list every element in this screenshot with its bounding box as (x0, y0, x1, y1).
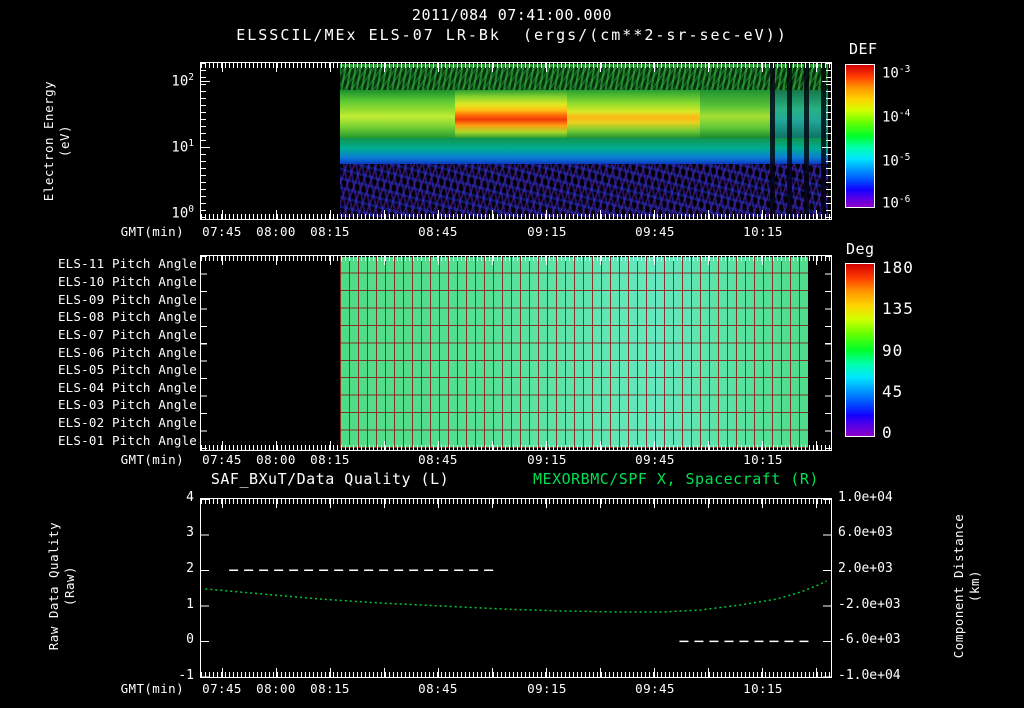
panel2-colorbar-tick: 0 (882, 423, 893, 442)
panel2-x-axis-label: GMT(min) (120, 452, 184, 467)
xtick: 10:15 (743, 681, 783, 696)
panel3-line-plot (200, 498, 832, 678)
xtick: 08:45 (418, 681, 458, 696)
pitch-angle-data (340, 257, 808, 448)
axis-ticks (201, 147, 210, 148)
panel3-ytick-right: 2.0e+03 (838, 561, 893, 576)
xtick: 09:45 (635, 452, 675, 467)
xtick: 08:45 (418, 224, 458, 239)
panel2-row-labels: ELS-11 Pitch Angle ELS-10 Pitch Angle EL… (52, 255, 197, 449)
xtick: 08:00 (256, 681, 296, 696)
row-label: ELS-02 Pitch Angle (57, 415, 197, 431)
xtick: 08:15 (310, 224, 350, 239)
axis-ticks (201, 81, 210, 82)
axis-ticks (822, 147, 831, 148)
spectrogram-band-late (700, 90, 770, 138)
panel3-ytick-right: 6.0e+03 (838, 525, 893, 540)
xtick: 08:00 (256, 224, 296, 239)
panel3-ytick-left: 1 (186, 597, 194, 612)
panel3-ytick-right: -1.0e+04 (838, 668, 901, 683)
axis-ticks (201, 63, 831, 72)
row-label: ELS-05 Pitch Angle (57, 362, 197, 378)
panel1-colorbar (845, 64, 875, 208)
axis-ticks (201, 441, 831, 450)
panel3-ytick-left: 3 (186, 525, 194, 540)
spectrogram-cyan-blue-transition (340, 138, 828, 164)
panel1-ytick-100ev: 102 (171, 72, 194, 90)
row-label: ELS-01 Pitch Angle (57, 432, 197, 448)
panel3-ytick-right: -6.0e+03 (838, 632, 901, 647)
spectrogram-band-early (340, 90, 455, 138)
xtick: 09:45 (635, 224, 675, 239)
xtick: 08:15 (310, 681, 350, 696)
xtick: 07:45 (202, 452, 242, 467)
panel1-ytick-1ev: 100 (171, 204, 194, 222)
row-label: ELS-04 Pitch Angle (57, 379, 197, 395)
axis-ticks (201, 499, 209, 677)
panel3-right-y-axis-label: Component Distance (km) (951, 513, 982, 659)
axis-ticks (826, 63, 831, 219)
axis-ticks (201, 499, 831, 508)
panel1-colorbar-tick: 10-5 (882, 152, 911, 170)
spectrogram-data-gaps-overlay (770, 64, 828, 217)
xtick: 09:45 (635, 681, 675, 696)
xtick: 08:45 (418, 452, 458, 467)
panel2-colorbar (845, 263, 875, 437)
axis-ticks (822, 81, 831, 82)
spectrogram-band-mid (567, 90, 700, 138)
panel1-spectrogram-plot (200, 62, 832, 220)
axis-ticks (823, 499, 831, 677)
axis-ticks (201, 668, 831, 677)
xtick: 08:15 (310, 452, 350, 467)
panel2-colorbar-title: Deg (846, 240, 875, 258)
panel2-colorbar-tick: 45 (882, 382, 904, 401)
axis-ticks (825, 256, 831, 450)
panel1-colorbar-tick: 10-6 (882, 194, 911, 212)
row-label: ELS-11 Pitch Angle (57, 256, 197, 272)
panel2-colorbar-tick: 180 (882, 258, 914, 277)
panel3-x-axis-label: GMT(min) (120, 681, 184, 696)
panel2-colorbar-tick: 135 (882, 299, 914, 318)
xtick: 10:15 (743, 452, 783, 467)
panel3-ytick-left: 2 (186, 561, 194, 576)
panel3-title-right: MEXORBMC/SPF X, Spacecraft (R) (533, 470, 819, 488)
panel1-title: ELSSCIL/MEx ELS-07 LR-Bk (ergs/(cm**2-sr… (236, 26, 788, 44)
row-label: ELS-10 Pitch Angle (57, 273, 197, 289)
xtick: 09:15 (527, 224, 567, 239)
xtick: 07:45 (202, 681, 242, 696)
xtick: 07:45 (202, 224, 242, 239)
panel1-ytick-10ev: 101 (171, 138, 194, 156)
page-title: 2011/084 07:41:00.000 (411, 6, 613, 24)
panel3-ytick-right: 1.0e+04 (838, 490, 893, 505)
spectrogram-band-hotspot (455, 90, 567, 138)
axis-ticks (201, 210, 831, 219)
axis-ticks (201, 256, 207, 450)
axis-ticks (201, 63, 206, 219)
panel1-colorbar-tick: 10-4 (882, 108, 911, 126)
row-label: ELS-08 Pitch Angle (57, 309, 197, 325)
axis-ticks (201, 256, 831, 265)
xtick: 08:00 (256, 452, 296, 467)
row-label: ELS-03 Pitch Angle (57, 397, 197, 413)
row-label: ELS-07 Pitch Angle (57, 326, 197, 342)
panel3-title-left: SAF_BXuT/Data Quality (L) (210, 470, 450, 488)
panel2-pitch-angle-plot (200, 255, 832, 451)
xtick: 10:15 (743, 224, 783, 239)
panel3-ytick-right: -2.0e+03 (838, 597, 901, 612)
xtick: 09:15 (527, 452, 567, 467)
panel3-left-y-axis-label: Raw Data Quality (Raw) (46, 521, 77, 651)
panel2-colorbar-tick: 90 (882, 341, 904, 360)
spectrogram-main-band (340, 90, 828, 138)
panel3-plot-lines (205, 569, 827, 643)
panel3-ytick-left: 4 (186, 490, 194, 505)
panel3-ytick-left: 0 (186, 632, 194, 647)
row-label: ELS-06 Pitch Angle (57, 344, 197, 360)
panel1-colorbar-tick: 10-3 (882, 64, 911, 82)
row-label: ELS-09 Pitch Angle (57, 291, 197, 307)
xtick: 09:15 (527, 681, 567, 696)
panel1-colorbar-title: DEF (849, 40, 878, 58)
panel1-x-axis-label: GMT(min) (120, 224, 184, 239)
panel1-y-axis-label: Electron Energy (eV) (41, 80, 72, 202)
spectrogram-data (340, 64, 828, 217)
